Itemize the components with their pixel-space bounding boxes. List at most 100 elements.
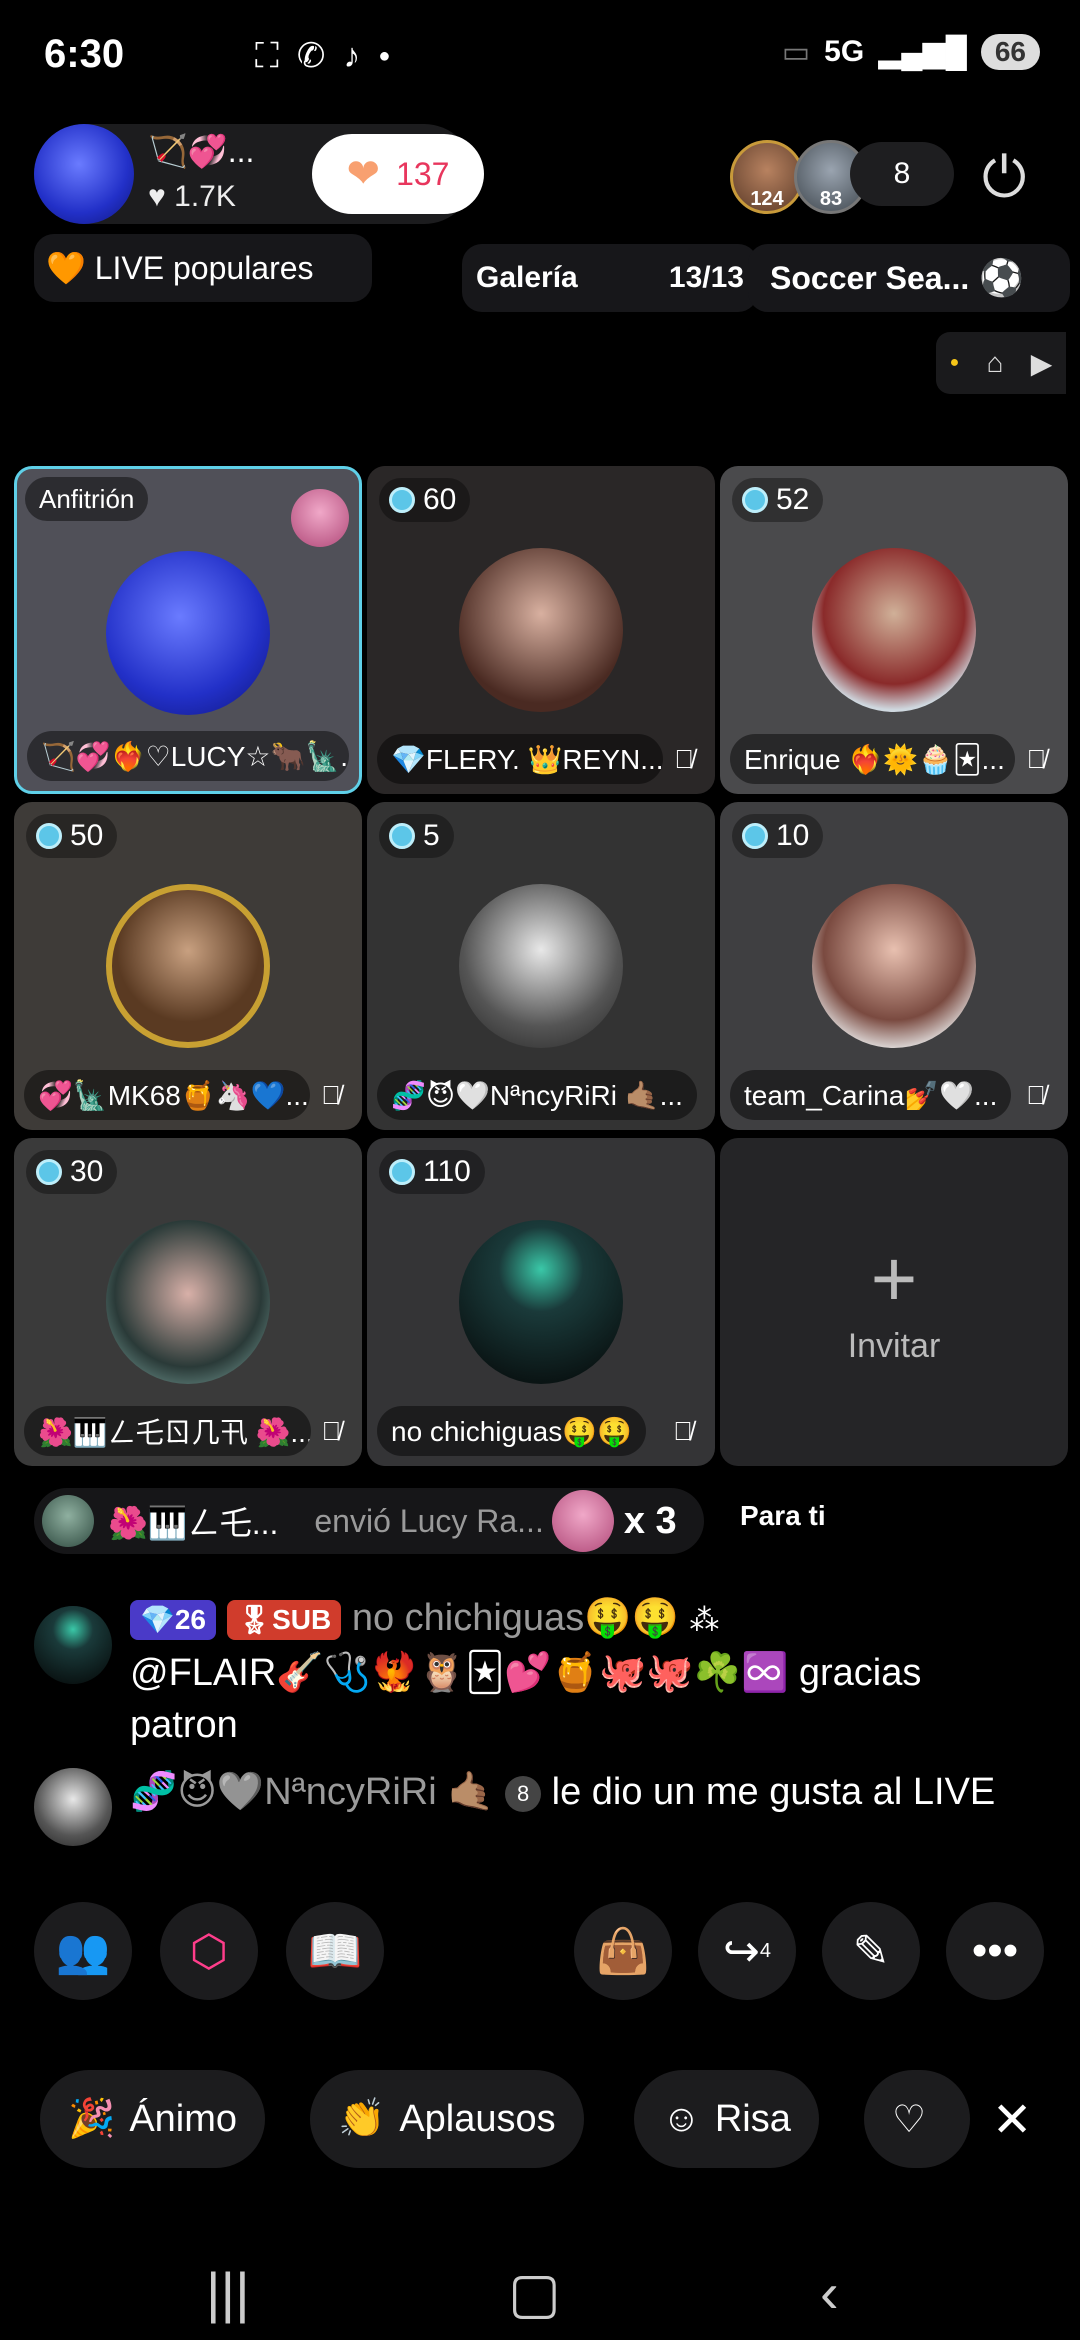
gift-notification: 🌺🎹ㄥ乇... envió Lucy Ra... x 3 [34, 1488, 704, 1554]
dot-indicator-icon: ● [949, 354, 960, 371]
party-icon: 🎉 [68, 2098, 116, 2140]
score-badge: 60 [379, 478, 471, 522]
gem-icon [36, 823, 62, 849]
score-badge: 110 [379, 1150, 485, 1194]
muted-mic-icon: 🎙̸ [1026, 743, 1047, 774]
chat-text: @FLAIR🎸🩺🐦‍🔥🦉🃏💕🍯🐙🐙☘️♾️ gracias patron [130, 1652, 922, 1746]
more-icon[interactable]: ••• [946, 1902, 1044, 2000]
guest-tile[interactable]: 50 💞🗽MK68🍯🦄💙... 🎙̸ [14, 802, 362, 1130]
follow-heart-button[interactable]: ❤ 137 [312, 134, 484, 214]
guest-tile[interactable]: 10 team_Carina💅🤍... 🎙̸ [720, 802, 1068, 1130]
gallery-chip[interactable]: Galería 13/13 [462, 244, 758, 312]
ball-icon: ⚽ [979, 257, 1025, 298]
chat-username[interactable]: no chichiguas🤑🤑 [352, 1597, 679, 1639]
close-icon[interactable]: ✕ [992, 2092, 1032, 2148]
guest-tile[interactable]: 110 no chichiguas🤑🤑 🎙̸ [367, 1138, 715, 1466]
chat-message: 🧬😈🩶NªncyRiRi 🤙🏽 8 le dio un me gusta al … [130, 1766, 1010, 1818]
play-icon[interactable]: ▶ [1031, 347, 1053, 380]
gallery-label: Galería [476, 261, 578, 294]
tiktok-icon: ♪ [343, 36, 361, 75]
avatar [459, 884, 623, 1048]
gem-icon [389, 487, 415, 513]
shopping-bag-icon[interactable]: 👜 [574, 1902, 672, 2000]
plus-icon: + [870, 1233, 918, 1323]
heart-icon: ❤ [346, 152, 381, 196]
gem-icon [36, 1159, 62, 1185]
recent-apps-icon[interactable]: ||| [206, 2260, 250, 2325]
magic-wand-icon[interactable]: ✎ [822, 1902, 920, 2000]
cube-icon[interactable]: ⬡ [160, 1902, 258, 2000]
heart-score: 137 [396, 155, 450, 192]
muted-mic-icon: 🎙̸ [321, 1415, 342, 1446]
host-tile[interactable]: Anfitrión 🏹💞❤️‍🔥♡LUCY☆🐂🗽... [14, 466, 362, 794]
screenshot-icon: ⛶ [255, 36, 279, 75]
score-badge: 50 [26, 814, 118, 858]
guest-name: team_Carina💅🤍... [730, 1070, 1012, 1120]
commenter-avatar[interactable] [34, 1768, 112, 1846]
tile-namebar: Enrique ❤️‍🔥🌞🧁🃏... 🎙̸ [730, 734, 1058, 784]
applause-button[interactable]: 👏 Aplausos [310, 2070, 584, 2168]
guest-name: 🧬😈🤍NªncyRiRi 🤙🏽... [377, 1070, 697, 1120]
commenter-avatar[interactable] [34, 1606, 112, 1684]
cheer-button[interactable]: 🎉 Ánimo [40, 2070, 266, 2168]
score: 50 [70, 819, 104, 852]
cheer-label: Ánimo [129, 2097, 238, 2140]
applause-label: Aplausos [399, 2097, 556, 2140]
quick-reaction-partial[interactable]: ♡ [864, 2070, 970, 2168]
score: 30 [70, 1155, 104, 1188]
avatar [812, 548, 976, 712]
tile-namebar: 🏹💞❤️‍🔥♡LUCY☆🐂🗽... [27, 731, 349, 781]
score-badge: 30 [26, 1150, 118, 1194]
tile-namebar: 🌺🎹ㄥ乇ㄖ几卂 🌺... 🎙̸ [24, 1406, 352, 1456]
heart-outline-icon: ♡ [892, 2098, 927, 2141]
power-icon[interactable]: ⏻ [982, 144, 1026, 211]
muted-mic-icon: 🎙̸ [321, 1079, 341, 1110]
share-icon[interactable]: ↪ 4 [698, 1902, 796, 2000]
gem-icon [742, 487, 768, 513]
guest-tile[interactable]: 60 💎FLERY. 👑REYN... 🎙̸ [367, 466, 715, 794]
soccer-season-chip[interactable]: Soccer Sea... ⚽ [748, 244, 1070, 312]
score: 10 [776, 819, 810, 852]
gift-sender: 🌺🎹ㄥ乇... [108, 1505, 279, 1541]
laugh-button[interactable]: ☺ Risa [634, 2070, 819, 2168]
guest-name: 💎FLERY. 👑REYN... [377, 734, 664, 784]
invite-tile[interactable]: + Invitar [720, 1138, 1068, 1466]
avatar [459, 548, 623, 712]
host-badge: Anfitrión [25, 477, 149, 521]
avatar [106, 884, 270, 1048]
clap-icon: 👏 [338, 2098, 386, 2140]
chat-username[interactable]: 🧬😈🩶NªncyRiRi 🤙🏽 [130, 1771, 495, 1813]
viewer-count[interactable]: 8 [850, 142, 954, 206]
avatar [106, 551, 270, 715]
signal-icon: ▂▄▆█ [878, 35, 967, 69]
host-avatar[interactable] [34, 124, 134, 224]
guest-name: 🌺🎹ㄥ乇ㄖ几卂 🌺... [24, 1406, 311, 1456]
book-icon[interactable]: 📖 [286, 1902, 384, 2000]
home-icon[interactable]: ⌂ [987, 347, 1004, 379]
gem-icon [742, 823, 768, 849]
back-icon[interactable]: ‹ [820, 2260, 839, 2325]
host-likes: ♥ 1.7K [148, 180, 236, 213]
mini-controls[interactable]: ● ⌂ ▶ [936, 332, 1066, 394]
popular-live-chip[interactable]: 🧡 LIVE populares [34, 234, 372, 302]
guest-tile[interactable]: 30 🌺🎹ㄥ乇ㄖ几卂 🌺... 🎙̸ [14, 1138, 362, 1466]
muted-mic-icon: 🎙̸ [1026, 1079, 1046, 1110]
for-you-label[interactable]: Para ti [740, 1500, 826, 1532]
viewer-level: 83 [819, 188, 843, 210]
battery-level: 66 [980, 34, 1040, 70]
chat-text: le dio un me gusta al LIVE [551, 1771, 996, 1813]
host-sticker [291, 489, 349, 547]
host-name: 🏹💞... [148, 133, 255, 169]
tile-namebar: team_Carina💅🤍... 🎙̸ [730, 1070, 1058, 1120]
home-button-icon[interactable]: ▢ [508, 2260, 561, 2326]
people-icon[interactable]: 👥 [34, 1902, 132, 2000]
score-badge: 5 [379, 814, 454, 858]
guest-tile[interactable]: 5 🧬😈🤍NªncyRiRi 🤙🏽... [367, 802, 715, 1130]
tile-namebar: no chichiguas🤑🤑 🎙̸ [377, 1406, 705, 1456]
score-badge: 10 [732, 814, 824, 858]
viewer-level: 124 [750, 188, 784, 210]
tile-namebar: 🧬😈🤍NªncyRiRi 🤙🏽... [377, 1070, 705, 1120]
guest-tile[interactable]: 52 Enrique ❤️‍🔥🌞🧁🃏... 🎙̸ [720, 466, 1068, 794]
group-icon: ⁂ [689, 1604, 720, 1637]
top-viewer-avatar[interactable]: 124 [730, 140, 804, 214]
